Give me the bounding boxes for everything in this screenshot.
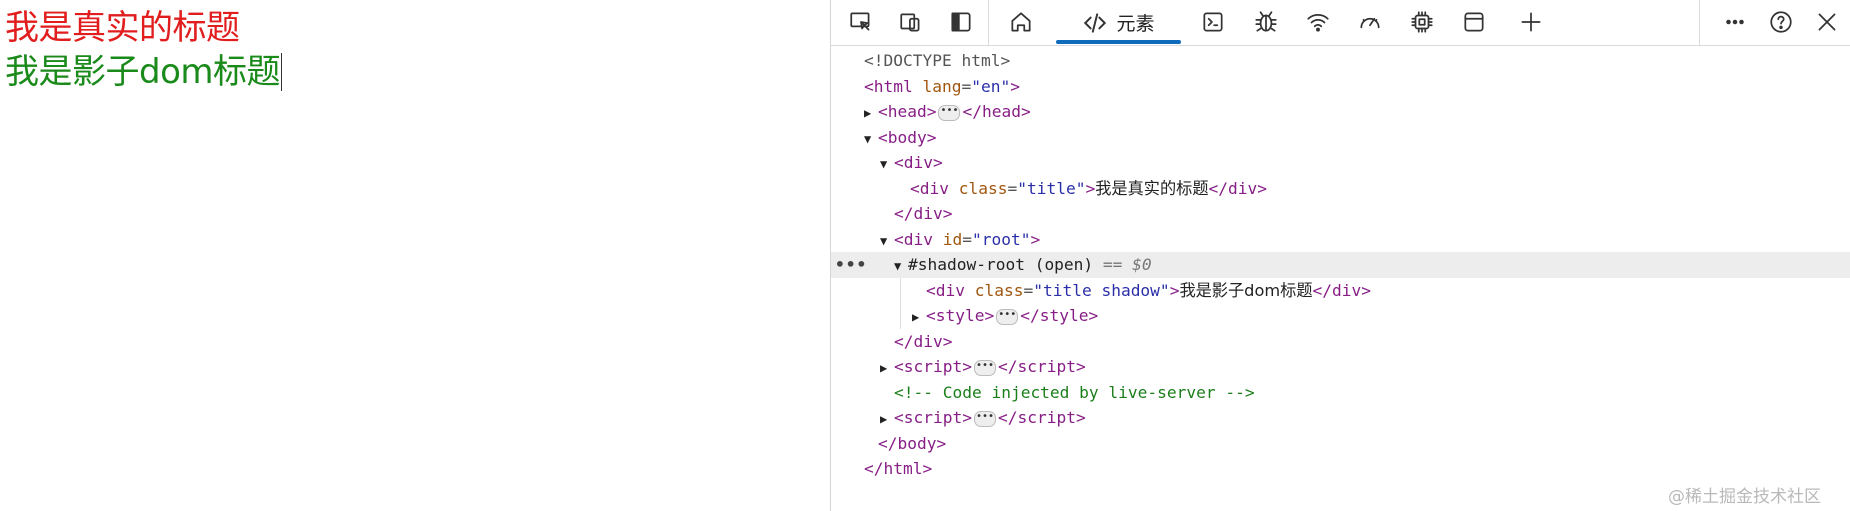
text-cursor [281, 53, 283, 91]
tree-line-body-close[interactable]: </body> [831, 431, 1850, 457]
page-viewport: 我是真实的标题 我是影子dom标题 [0, 0, 830, 511]
close-icon[interactable] [1809, 6, 1845, 38]
bug-icon[interactable] [1248, 6, 1284, 38]
shadow-title-div-element: <div class="title shadow">我是影子dom标题</div… [926, 280, 1372, 300]
tree-line-doctype[interactable]: <!DOCTYPE html> [831, 48, 1850, 74]
script-collapsed: ▶ <script> ••• </script> [880, 354, 1086, 382]
more-options-icon[interactable] [1717, 6, 1753, 38]
tree-line-comment[interactable]: <!-- Code injected by live-server --> [831, 380, 1850, 406]
devtools-panel: 元素 <!DOCTYPE html> <html lang="en"> ▶ <h… [830, 0, 1850, 511]
tree-line-root-div-close[interactable]: </div> [831, 329, 1850, 355]
active-tab-indicator [1056, 40, 1181, 44]
device-emulation-icon[interactable] [893, 6, 929, 38]
inspect-icon[interactable] [843, 6, 879, 38]
tree-line-script-2[interactable]: ▶ <script> ••• </script> [831, 405, 1850, 431]
tree-line-title-div[interactable]: <div class="title">我是真实的标题</div> [831, 176, 1850, 202]
tree-line-body-open[interactable]: ▼ <body> [831, 125, 1850, 151]
expand-arrow-icon[interactable]: ▶ [880, 356, 894, 382]
tree-line-style[interactable]: ▶ <style> ••• </style> [831, 303, 1850, 329]
html-close-tag: </html> [864, 459, 933, 478]
home-icon[interactable] [1003, 6, 1039, 38]
tree-line-div-close[interactable]: </div> [831, 201, 1850, 227]
collapse-arrow-icon[interactable]: ▼ [894, 254, 908, 280]
devtools-toolbar: 元素 [831, 0, 1850, 46]
real-title: 我是真实的标题 [5, 8, 240, 48]
gauge-icon[interactable] [1352, 6, 1388, 38]
doctype-text: <!DOCTYPE html> [864, 51, 1011, 70]
code-icon [1084, 12, 1107, 33]
collapsed-content-pill[interactable]: ••• [973, 359, 996, 376]
tab-elements-label: 元素 [1116, 13, 1155, 35]
div-close-tag: </div> [894, 204, 953, 223]
node-actions-icon[interactable]: ••• [835, 252, 867, 278]
tree-line-shadow-root[interactable]: ••• ▼ #shadow-root (open) == $0 [831, 252, 1850, 278]
collapse-arrow-icon[interactable]: ▼ [880, 229, 894, 255]
tree-line-html-close[interactable]: </html> [831, 456, 1850, 482]
window-icon[interactable] [1456, 6, 1492, 38]
dom-tree: <!DOCTYPE html> <html lang="en"> ▶ <head>… [831, 46, 1850, 511]
html-comment: <!-- Code injected by live-server --> [894, 382, 1255, 402]
watermark: @稀土掘金技术社区 [1668, 487, 1821, 507]
collapse-arrow-icon[interactable]: ▼ [864, 127, 878, 153]
root-div-open-tag: ▼ <div id="root"> [880, 227, 1040, 255]
root-div-close-tag: </div> [894, 331, 953, 351]
collapsed-content-pill[interactable]: ••• [938, 104, 961, 121]
console-icon[interactable] [1195, 6, 1231, 38]
tree-line-head[interactable]: ▶ <head> ••• </head> [831, 99, 1850, 125]
body-open-tag: ▼ <body> [864, 125, 936, 153]
expand-arrow-icon[interactable]: ▶ [880, 407, 894, 433]
collapsed-content-pill[interactable]: ••• [996, 308, 1019, 325]
script-collapsed: ▶ <script> ••• </script> [880, 405, 1086, 433]
indent-guide [900, 277, 901, 303]
wifi-icon[interactable] [1300, 6, 1336, 38]
toolbar-divider-right [1699, 0, 1700, 45]
tab-elements[interactable]: 元素 [1056, 0, 1181, 45]
tree-line-script-1[interactable]: ▶ <script> ••• </script> [831, 354, 1850, 380]
toolbar-divider [988, 0, 989, 45]
title-div-element: <div class="title">我是真实的标题</div> [910, 178, 1268, 198]
plus-icon[interactable] [1513, 6, 1549, 38]
html-open-tag: <html lang="en"> [864, 76, 1020, 96]
div-open-tag: ▼ <div> [880, 150, 943, 178]
help-icon[interactable] [1763, 6, 1799, 38]
shadow-title: 我是影子dom标题 [5, 52, 283, 92]
shadow-root-node: ▼ #shadow-root (open) == $0 [894, 252, 1152, 280]
tree-line-div-open[interactable]: ▼ <div> [831, 150, 1850, 176]
indent-guide [900, 303, 901, 329]
expand-arrow-icon[interactable]: ▶ [864, 101, 878, 127]
tree-line-root-div[interactable]: ▼ <div id="root"> [831, 227, 1850, 253]
tree-line-shadow-div[interactable]: <div class="title shadow">我是影子dom标题</div… [831, 277, 1850, 303]
body-close-tag: </body> [878, 433, 947, 453]
collapsed-content-pill[interactable]: ••• [973, 410, 996, 427]
expand-arrow-icon[interactable]: ▶ [912, 305, 926, 331]
head-collapsed: ▶ <head> ••• </head> [864, 99, 1031, 127]
collapse-arrow-icon[interactable]: ▼ [880, 152, 894, 178]
cpu-icon[interactable] [1404, 6, 1440, 38]
style-collapsed: ▶ <style> ••• </style> [912, 303, 1098, 331]
tree-line-html[interactable]: <html lang="en"> [831, 74, 1850, 100]
dock-side-icon[interactable] [943, 6, 979, 38]
